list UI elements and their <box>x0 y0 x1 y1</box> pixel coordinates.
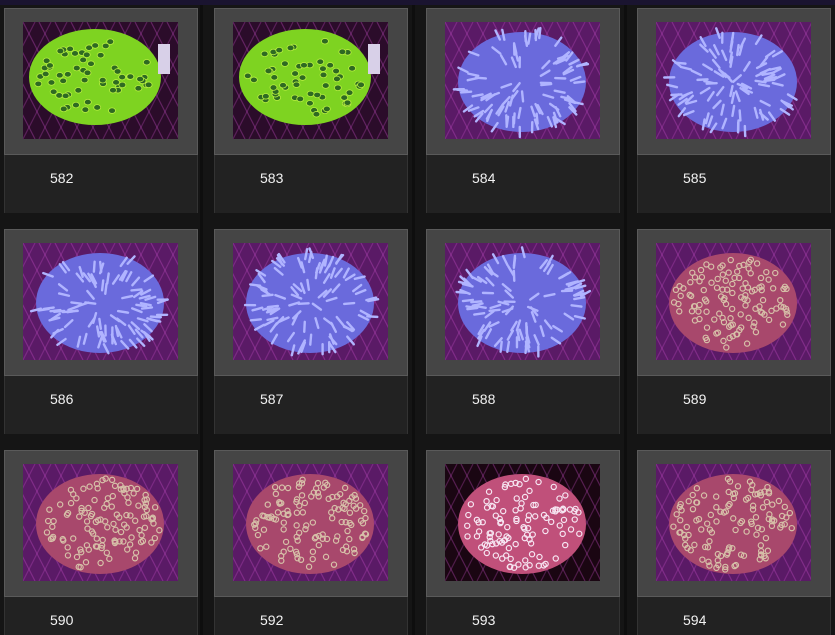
thumbnail-caption-area: 592 <box>214 597 408 635</box>
thumbnail-card[interactable]: 593 <box>426 450 620 635</box>
thumbnail-label: 583 <box>260 170 284 186</box>
coral-photo[interactable] <box>445 243 600 360</box>
thumbnail-label: 594 <box>683 612 707 628</box>
column-separator <box>412 5 415 635</box>
thumbnail-caption-area: 590 <box>4 597 198 635</box>
thumbnail-frame <box>637 229 831 376</box>
coral-photo[interactable] <box>233 464 388 581</box>
thumbnail-label: 587 <box>260 391 284 407</box>
coral-gallery-page: 582 583 584 585 586 587 588 589 590 592 593 594 <box>0 0 835 635</box>
thumbnail-caption-area: 586 <box>4 376 198 434</box>
thumbnail-caption-area: 587 <box>214 376 408 434</box>
thumbnail-label: 593 <box>472 612 496 628</box>
thumbnail-frame <box>426 450 620 597</box>
thumbnail-frame <box>4 229 198 376</box>
coral-photo[interactable] <box>656 464 811 581</box>
thumbnail-card[interactable]: 587 <box>214 229 408 434</box>
thumbnail-frame <box>214 450 408 597</box>
thumbnail-label: 584 <box>472 170 496 186</box>
thumbnail-label: 590 <box>50 612 74 628</box>
thumbnail-label: 585 <box>683 170 707 186</box>
thumbnail-caption-area: 585 <box>637 155 831 213</box>
thumbnail-caption-area: 584 <box>426 155 620 213</box>
thumbnail-card[interactable]: 584 <box>426 8 620 213</box>
thumbnail-frame <box>426 8 620 155</box>
thumbnail-card[interactable]: 585 <box>637 8 831 213</box>
coral-photo[interactable] <box>23 22 178 139</box>
thumbnail-caption-area: 588 <box>426 376 620 434</box>
thumbnail-card[interactable]: 592 <box>214 450 408 635</box>
thumbnail-card[interactable]: 586 <box>4 229 198 434</box>
thumbnail-label: 582 <box>50 170 74 186</box>
thumbnail-card[interactable]: 583 <box>214 8 408 213</box>
coral-photo[interactable] <box>656 22 811 139</box>
thumbnail-card[interactable]: 590 <box>4 450 198 635</box>
thumbnail-label: 589 <box>683 391 707 407</box>
thumbnail-frame <box>214 8 408 155</box>
thumbnail-frame <box>4 450 198 597</box>
thumbnail-card[interactable]: 589 <box>637 229 831 434</box>
coral-photo[interactable] <box>656 243 811 360</box>
coral-photo[interactable] <box>445 464 600 581</box>
thumbnail-label: 592 <box>260 612 284 628</box>
thumbnail-caption-area: 594 <box>637 597 831 635</box>
coral-photo[interactable] <box>233 22 388 139</box>
thumbnail-frame <box>4 8 198 155</box>
thumbnail-frame <box>637 450 831 597</box>
coral-photo[interactable] <box>23 243 178 360</box>
column-separator <box>624 5 627 635</box>
thumbnail-frame <box>214 229 408 376</box>
thumbnail-frame <box>426 229 620 376</box>
thumbnail-label: 586 <box>50 391 74 407</box>
column-separator <box>200 5 203 635</box>
thumbnail-caption-area: 583 <box>214 155 408 213</box>
thumbnail-card[interactable]: 582 <box>4 8 198 213</box>
thumbnail-caption-area: 589 <box>637 376 831 434</box>
coral-photo[interactable] <box>233 243 388 360</box>
coral-photo[interactable] <box>445 22 600 139</box>
thumbnail-caption-area: 582 <box>4 155 198 213</box>
thumbnail-frame <box>637 8 831 155</box>
thumbnail-label: 588 <box>472 391 496 407</box>
coral-photo[interactable] <box>23 464 178 581</box>
thumbnail-card[interactable]: 594 <box>637 450 831 635</box>
thumbnail-card[interactable]: 588 <box>426 229 620 434</box>
thumbnail-caption-area: 593 <box>426 597 620 635</box>
